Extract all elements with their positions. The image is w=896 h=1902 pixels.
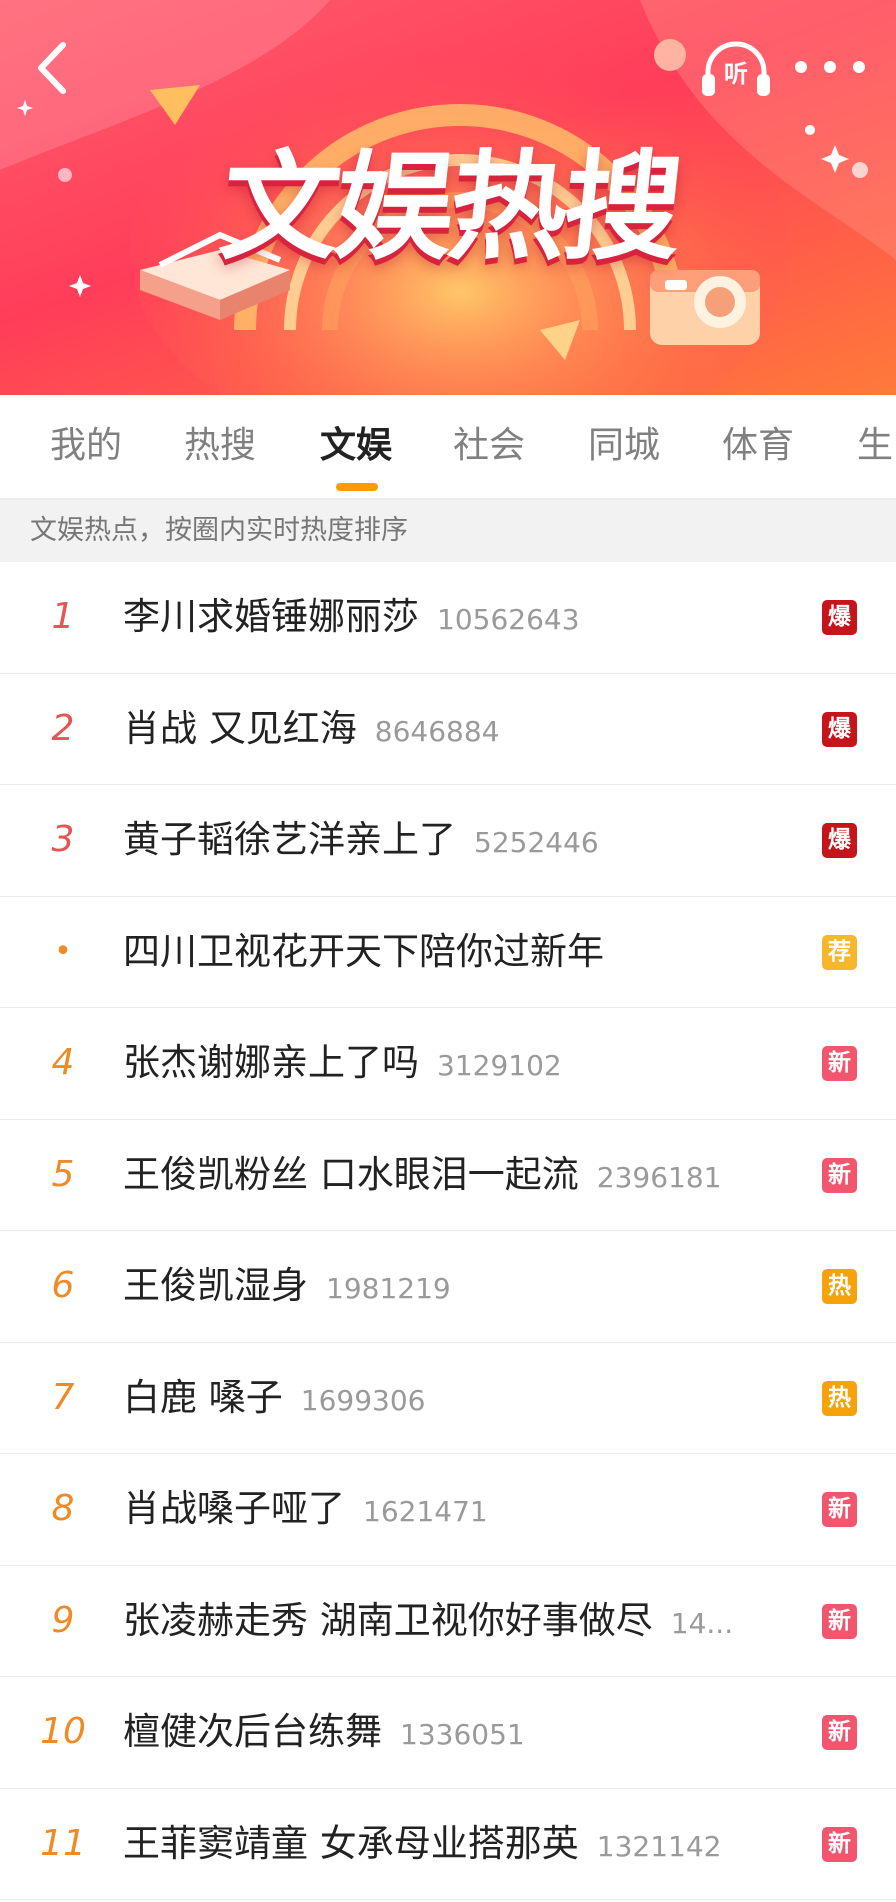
status-badge: 爆 <box>822 600 857 635</box>
rank-number: 4 <box>51 1042 75 1083</box>
rank-number: 8 <box>51 1488 75 1529</box>
item-title: 肖战嗓子哑了 <box>123 1487 345 1530</box>
item-title: 四川卫视花开天下陪你过新年 <box>123 929 604 973</box>
list-item[interactable]: 11 王菲窦靖童 女承母业搭那英 1321142 新 <box>0 1789 896 1900</box>
more-dot-icon <box>824 61 836 73</box>
item-title: 肖战 又见红海 <box>123 706 357 750</box>
item-title: 黄子韬徐艺洋亲上了 <box>123 818 456 861</box>
rank-number: 9 <box>51 1599 75 1641</box>
back-button[interactable] <box>22 30 82 106</box>
heat-count: 2396181 <box>596 1160 722 1194</box>
hot-search-list: 1 李川求婚锤娜丽莎 10562643 爆 2 肖战 又见红海 8646884 爆 … <box>0 562 896 1900</box>
more-button[interactable] <box>795 52 865 82</box>
tab-society[interactable]: 社会 <box>453 421 525 471</box>
category-tabs: 我的 热搜 文娱 社会 同城 体育 生 <box>0 395 896 499</box>
status-badge: 热 <box>822 1380 857 1416</box>
item-title: 白鹿 嗓子 <box>123 1375 283 1419</box>
status-badge: 新 <box>822 1157 857 1193</box>
status-badge: 爆 <box>822 823 857 858</box>
item-title: 王俊凯湿身 <box>123 1264 308 1307</box>
heat-count: 10562643 <box>437 603 580 636</box>
listen-button[interactable]: 听 <box>700 38 772 100</box>
list-item[interactable]: 7 白鹿 嗓子 1699306 热 <box>0 1343 896 1454</box>
heat-count: 1621471 <box>363 1495 488 1528</box>
heat-count: 3129102 <box>437 1049 562 1082</box>
rank-number: 2 <box>51 707 75 749</box>
list-item[interactable]: 10 檀健次后台练舞 1336051 新 <box>0 1677 896 1789</box>
banner-title: 文娱热搜 <box>214 138 686 276</box>
heat-count: 5252446 <box>474 826 599 859</box>
list-item[interactable]: 2 肖战 又见红海 8646884 爆 <box>0 674 896 785</box>
tab-entertainment[interactable]: 文娱 <box>320 421 392 471</box>
status-badge: 新 <box>822 1826 857 1862</box>
tab-sports[interactable]: 体育 <box>722 421 794 471</box>
list-item[interactable]: 8 肖战嗓子哑了 1621471 新 <box>0 1454 896 1566</box>
listen-label: 听 <box>724 60 748 88</box>
list-item[interactable]: 6 王俊凯湿身 1981219 热 <box>0 1231 896 1343</box>
tab-hot[interactable]: 热搜 <box>184 421 256 471</box>
more-dot-icon <box>795 61 807 73</box>
rank-number: 11 <box>40 1822 86 1864</box>
item-title: 张杰谢娜亲上了吗 <box>123 1041 419 1084</box>
status-badge: 荐 <box>822 934 857 970</box>
item-title: 王俊凯粉丝 口水眼泪一起流 <box>123 1152 579 1196</box>
list-item[interactable]: 9 张凌赫走秀 湖南卫视你好事做尽 14... 新 <box>0 1566 896 1677</box>
item-title: 张凌赫走秀 湖南卫视你好事做尽 <box>123 1598 653 1642</box>
hot-search-banner: 文娱热搜 听 <box>0 0 896 395</box>
item-title: 王菲窦靖童 女承母业搭那英 <box>123 1821 579 1865</box>
status-badge: 新 <box>822 1046 857 1081</box>
status-badge: 新 <box>822 1492 857 1527</box>
item-title: 李川求婚锤娜丽莎 <box>123 595 419 638</box>
rank-dot: • <box>54 933 72 969</box>
rank-number: 1 <box>51 596 75 637</box>
item-title: 檀健次后台练舞 <box>123 1710 382 1753</box>
rank-number: 6 <box>51 1265 75 1306</box>
status-badge: 新 <box>822 1715 857 1750</box>
rank-number: 7 <box>51 1376 75 1418</box>
status-badge: 爆 <box>822 711 857 747</box>
list-item[interactable]: 3 黄子韬徐艺洋亲上了 5252446 爆 <box>0 785 896 897</box>
heat-count: 8646884 <box>374 714 500 748</box>
rank-number: 10 <box>40 1711 86 1752</box>
heat-count: 14... <box>670 1606 734 1640</box>
chevron-left-icon <box>38 42 66 94</box>
list-item[interactable]: 5 王俊凯粉丝 口水眼泪一起流 2396181 新 <box>0 1120 896 1231</box>
tab-local[interactable]: 同城 <box>588 421 660 471</box>
tab-mine[interactable]: 我的 <box>50 421 122 471</box>
heat-count: 1321142 <box>596 1829 722 1863</box>
rank-number: 3 <box>51 819 75 860</box>
status-badge: 新 <box>822 1603 857 1639</box>
tab-life[interactable]: 生 <box>857 421 893 471</box>
heat-count: 1981219 <box>326 1272 451 1305</box>
list-item[interactable]: 1 李川求婚锤娜丽莎 10562643 爆 <box>0 562 896 674</box>
heat-count: 1336051 <box>400 1718 525 1751</box>
heat-count: 1699306 <box>300 1383 426 1417</box>
list-description: 文娱热点，按圈内实时热度排序 <box>0 500 896 562</box>
status-badge: 热 <box>822 1269 857 1304</box>
rank-number: 5 <box>51 1153 75 1195</box>
list-item[interactable]: 4 张杰谢娜亲上了吗 3129102 新 <box>0 1008 896 1120</box>
list-item-recommended[interactable]: • 四川卫视花开天下陪你过新年 荐 <box>0 897 896 1008</box>
more-dot-icon <box>853 61 865 73</box>
active-tab-indicator <box>336 483 378 491</box>
